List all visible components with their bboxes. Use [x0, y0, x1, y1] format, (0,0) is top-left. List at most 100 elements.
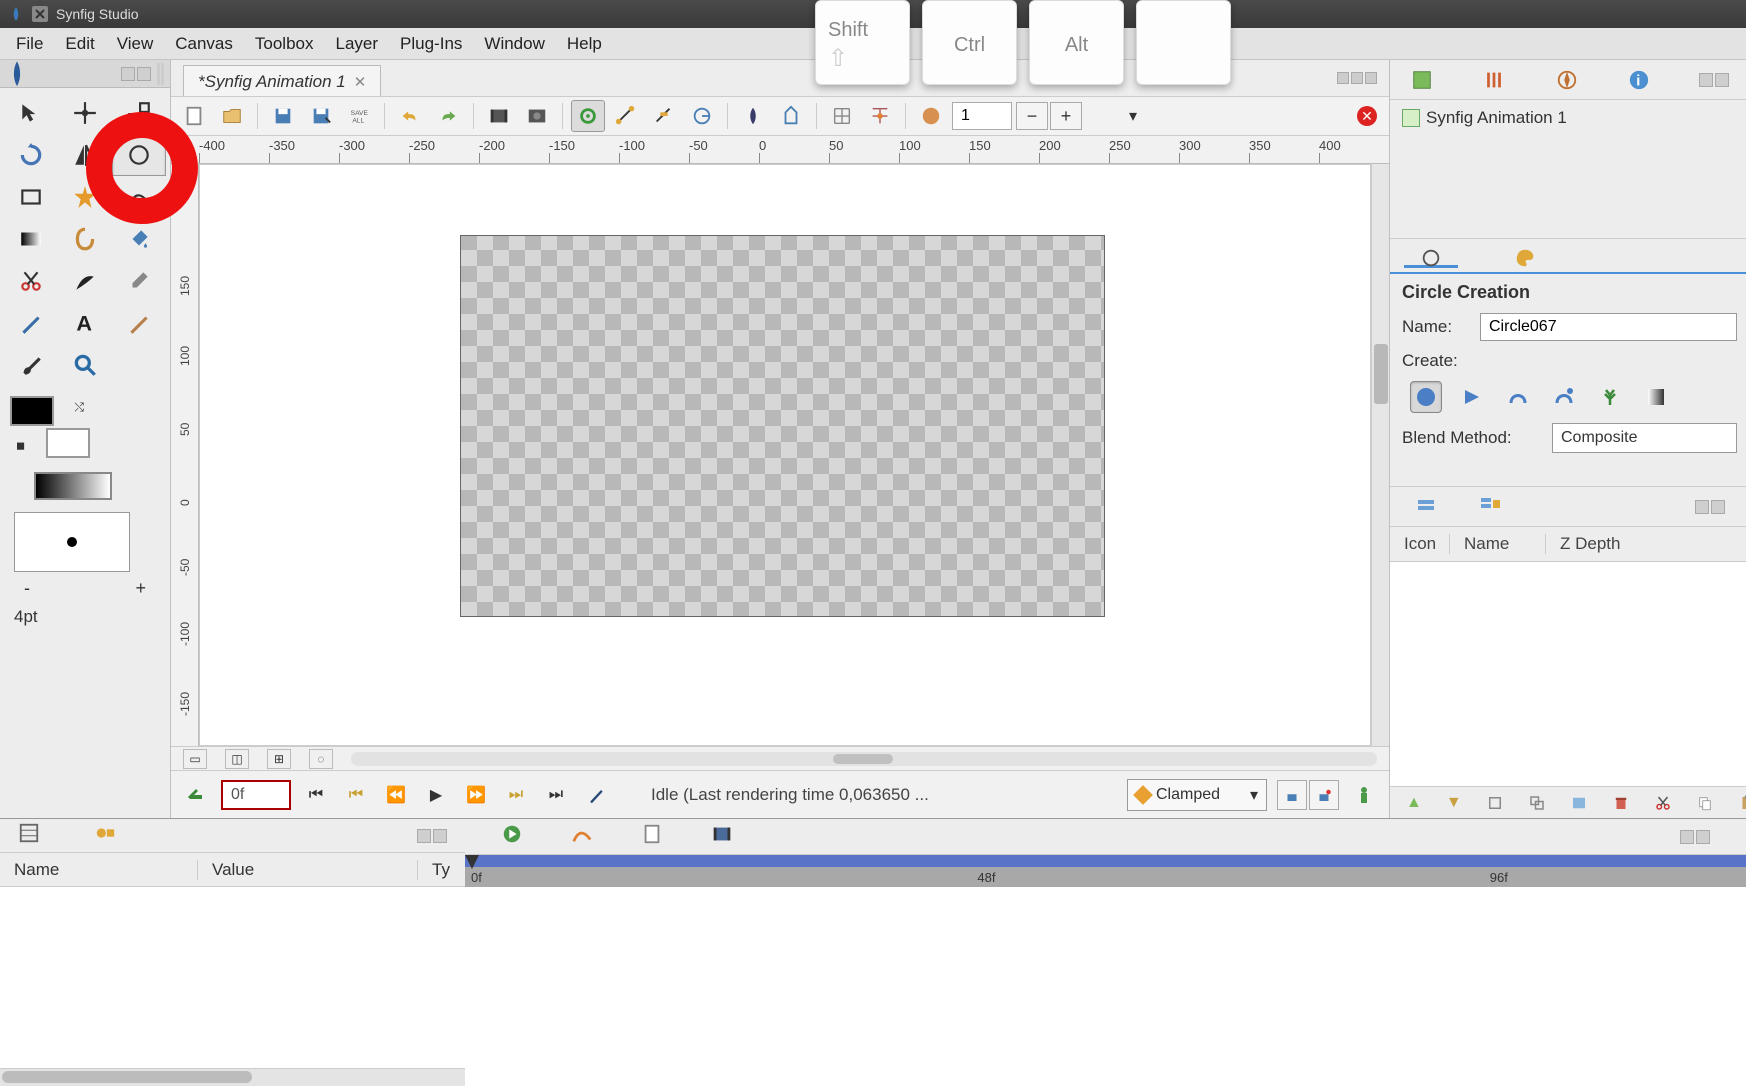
- timeline-ruler[interactable]: 0f 48f 96f: [465, 855, 1746, 887]
- navigator-icon[interactable]: [1555, 66, 1579, 94]
- canvas-mode-1[interactable]: ▭: [183, 749, 207, 769]
- render-button[interactable]: [482, 100, 516, 132]
- swap-colors-icon[interactable]: ⤭: [74, 400, 84, 415]
- seek-start-button[interactable]: ⏮: [301, 780, 331, 810]
- seek-back-button[interactable]: ⏪: [381, 780, 411, 810]
- layers-dock-controls[interactable]: [1695, 500, 1725, 514]
- params-dock-controls[interactable]: [417, 829, 447, 843]
- menu-edit[interactable]: Edit: [55, 30, 104, 58]
- keyframe-button[interactable]: [581, 780, 611, 810]
- create-region-layer[interactable]: [1456, 381, 1488, 413]
- menu-window[interactable]: Window: [474, 30, 554, 58]
- copy-layer-button[interactable]: [1696, 792, 1714, 814]
- undo-button[interactable]: [393, 100, 427, 132]
- layer-name-input[interactable]: [1480, 313, 1737, 341]
- timetrack-tab[interactable]: [501, 823, 523, 850]
- seek-end-button[interactable]: ⏭: [541, 780, 571, 810]
- layers-col-name[interactable]: Name: [1450, 534, 1546, 554]
- duplicate-layer-button[interactable]: [1528, 792, 1546, 814]
- canvas-mode-4[interactable]: ◌: [309, 749, 333, 769]
- layers-list[interactable]: [1390, 562, 1746, 786]
- create-advanced-outline[interactable]: [1548, 381, 1580, 413]
- document-tab[interactable]: *Synfig Animation 1 ✕: [183, 65, 381, 96]
- save-all-button[interactable]: SAVEALL: [342, 100, 376, 132]
- zoom-input[interactable]: [952, 102, 1012, 130]
- transform-tool[interactable]: [4, 92, 58, 134]
- paste-layer-button[interactable]: [1738, 792, 1746, 814]
- mirror-tool[interactable]: [58, 134, 112, 176]
- show-angle-button[interactable]: [685, 100, 719, 132]
- lock-past-button[interactable]: [1309, 780, 1339, 810]
- timeline-dock-controls[interactable]: [1680, 830, 1710, 844]
- toolbox-tab-icon[interactable]: [6, 63, 28, 85]
- panel-grabber[interactable]: [157, 63, 164, 85]
- params-body[interactable]: [0, 887, 465, 1068]
- scale-tool[interactable]: [112, 92, 166, 134]
- horizontal-scrollbar[interactable]: [351, 752, 1377, 766]
- onion-skin-button[interactable]: [736, 100, 770, 132]
- rectangle-tool[interactable]: [4, 176, 58, 218]
- width-tool[interactable]: [58, 260, 112, 302]
- keyframes-tab[interactable]: [94, 822, 116, 849]
- play-button[interactable]: ▶: [421, 780, 451, 810]
- blend-method-select[interactable]: Composite: [1552, 423, 1737, 453]
- cutout-tool[interactable]: [4, 260, 58, 302]
- layer-groups-tab[interactable]: [1478, 492, 1502, 521]
- params-col-type[interactable]: Ty: [418, 860, 464, 880]
- menu-plugins[interactable]: Plug-Ins: [390, 30, 472, 58]
- show-width-button[interactable]: [647, 100, 681, 132]
- star-tool[interactable]: [58, 176, 112, 218]
- group-layer-button[interactable]: [1570, 792, 1588, 814]
- vertical-scrollbar[interactable]: [1371, 164, 1389, 746]
- brush-size-decrease[interactable]: -: [24, 578, 30, 599]
- fill-tool[interactable]: [112, 218, 166, 260]
- preview-button[interactable]: [520, 100, 554, 132]
- current-frame-input[interactable]: [221, 780, 291, 810]
- open-file-button[interactable]: [215, 100, 249, 132]
- create-curve-gradient[interactable]: [1640, 381, 1672, 413]
- history-panel-icon[interactable]: [1482, 66, 1506, 94]
- canvas-mode-3[interactable]: ⊞: [267, 749, 291, 769]
- seek-prev-key-button[interactable]: ⏮: [341, 780, 371, 810]
- canvas-mode-2[interactable]: ◫: [225, 749, 249, 769]
- save-as-button[interactable]: [304, 100, 338, 132]
- info-icon[interactable]: i: [1627, 66, 1651, 94]
- gradient-tool[interactable]: [4, 218, 58, 260]
- canvas-dock-controls[interactable]: [1337, 72, 1377, 84]
- animate-toggle[interactable]: [1349, 780, 1379, 810]
- layers-col-zdepth[interactable]: Z Depth: [1546, 534, 1634, 554]
- draw-tool[interactable]: [4, 302, 58, 344]
- create-circle-layer[interactable]: [1410, 381, 1442, 413]
- children-tab[interactable]: [641, 823, 663, 850]
- gradient-swatch[interactable]: [34, 472, 112, 500]
- raise-layer-button[interactable]: ▲: [1406, 792, 1422, 814]
- grid-button[interactable]: [825, 100, 859, 132]
- guides-button[interactable]: [774, 100, 808, 132]
- brush-tool[interactable]: [4, 344, 58, 386]
- menu-file[interactable]: File: [6, 30, 53, 58]
- create-plant-layer[interactable]: [1594, 381, 1626, 413]
- spline-tool[interactable]: [112, 176, 166, 218]
- seek-next-key-button[interactable]: ⏭: [501, 780, 531, 810]
- smooth-move-tool[interactable]: [58, 92, 112, 134]
- params-hscroll[interactable]: [0, 1068, 465, 1086]
- window-close-icon[interactable]: [32, 6, 48, 22]
- brush-size-increase[interactable]: +: [135, 578, 146, 599]
- menu-view[interactable]: View: [107, 30, 164, 58]
- delete-layer-button[interactable]: [1612, 792, 1630, 814]
- new-layer-button[interactable]: [1486, 792, 1504, 814]
- tool-options-tab[interactable]: [1404, 243, 1458, 268]
- create-outline-layer[interactable]: [1502, 381, 1534, 413]
- menu-help[interactable]: Help: [557, 30, 612, 58]
- lower-layer-button[interactable]: ▼: [1446, 792, 1462, 814]
- canvas-viewport[interactable]: [199, 164, 1371, 746]
- color-selector[interactable]: ⤭ ◼: [0, 390, 170, 464]
- new-file-button[interactable]: [177, 100, 211, 132]
- sketch-tool[interactable]: [112, 302, 166, 344]
- zoom-in-button[interactable]: +: [1050, 102, 1082, 130]
- menu-layer[interactable]: Layer: [326, 30, 389, 58]
- redo-button[interactable]: [431, 100, 465, 132]
- layers-col-icon[interactable]: Icon: [1390, 534, 1450, 554]
- close-tab-icon[interactable]: ✕: [354, 73, 367, 91]
- outline-color-swatch[interactable]: [10, 396, 54, 426]
